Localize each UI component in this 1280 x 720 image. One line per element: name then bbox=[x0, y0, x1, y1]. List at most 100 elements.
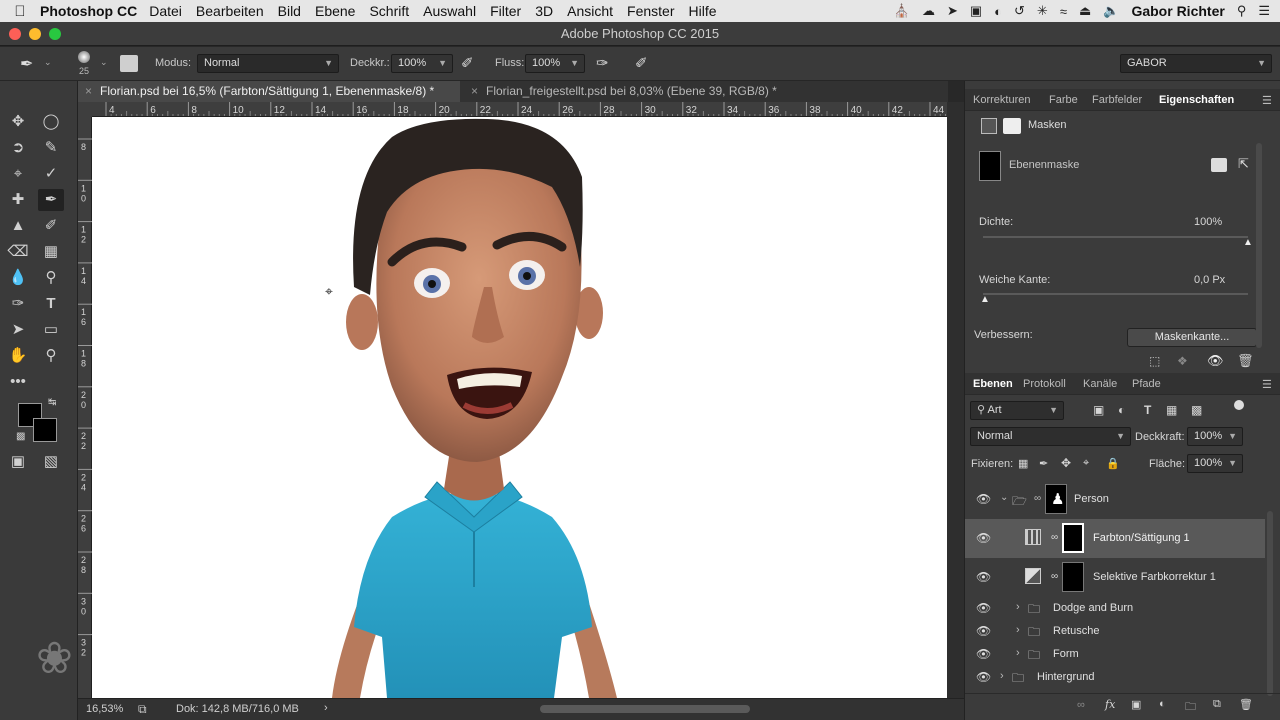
feather-value[interactable]: 0,0 Px bbox=[1194, 274, 1225, 286]
add-mask-icon[interactable]: ▣ bbox=[1131, 698, 1141, 711]
layer-blend-mode-select[interactable]: Normal ▼ bbox=[970, 427, 1131, 446]
density-slider-handle[interactable]: ▲ bbox=[1243, 237, 1253, 248]
layers-scrollbar[interactable] bbox=[1267, 511, 1273, 696]
menu-datei[interactable]: Datei bbox=[149, 3, 182, 19]
menu-bild[interactable]: Bild bbox=[278, 3, 301, 19]
brush-preview-icon[interactable] bbox=[78, 51, 90, 63]
menu-ansicht[interactable]: Ansicht bbox=[567, 3, 613, 19]
add-vector-mask-icon[interactable]: ⇱ bbox=[1238, 156, 1249, 172]
workspace-select[interactable]: GABOR ▼ bbox=[1120, 54, 1272, 73]
layer-mask-thumbnail[interactable] bbox=[1062, 562, 1084, 592]
chain-link-icon[interactable]: ∞ bbox=[1051, 571, 1058, 582]
lasso-tool-icon[interactable]: ➲ bbox=[5, 137, 31, 159]
close-tab-icon[interactable]: × bbox=[471, 81, 478, 102]
apply-mask-icon[interactable]: ❖ bbox=[1177, 354, 1188, 368]
feather-slider[interactable] bbox=[983, 293, 1248, 295]
filter-adjustment-icon[interactable]: ◐ bbox=[1118, 403, 1125, 417]
tab-eigenschaften[interactable]: Eigenschaften bbox=[1159, 94, 1234, 106]
cloud-icon[interactable]: ☁ bbox=[922, 3, 935, 19]
quick-mask-icon[interactable]: ▣ bbox=[5, 451, 31, 473]
blur-tool-icon[interactable]: 💧 bbox=[5, 267, 31, 289]
new-group-icon[interactable]: 🗀 bbox=[1185, 698, 1196, 717]
home-icon[interactable]: ⛪ bbox=[894, 3, 910, 19]
status-menu-chevron-icon[interactable]: › bbox=[324, 702, 328, 714]
layer-row-hintergrund[interactable]: 👁 › 🗀 Hintergrund bbox=[965, 666, 1265, 689]
healing-brush-tool-icon[interactable]: ✚ bbox=[5, 189, 31, 211]
wifi-icon[interactable]: ≈ bbox=[1060, 4, 1067, 19]
default-colors-icon[interactable]: ▩ bbox=[16, 431, 25, 442]
export-icon[interactable]: ⧉ bbox=[138, 702, 147, 717]
layer-filter-select[interactable]: ⚲ Art ▼ bbox=[970, 401, 1064, 420]
quick-selection-tool-icon[interactable]: ✎ bbox=[38, 137, 64, 159]
feather-slider-handle[interactable]: ▲ bbox=[980, 294, 990, 305]
eraser-tool-icon[interactable]: ⌫ bbox=[5, 241, 31, 263]
density-value[interactable]: 100% bbox=[1194, 216, 1222, 228]
visibility-eye-icon[interactable]: 👁 bbox=[976, 624, 991, 638]
bluetooth-icon[interactable]: ✳ bbox=[1037, 3, 1048, 19]
menu-ebene[interactable]: Ebene bbox=[315, 3, 355, 19]
lock-all-icon[interactable]: 🔒 bbox=[1106, 457, 1120, 470]
layer-row-farbton[interactable]: 👁 ∞ Farbton/Sättigung 1 bbox=[965, 519, 1265, 558]
clone-stamp-tool-icon[interactable]: ▲ bbox=[5, 215, 31, 237]
opacity-field[interactable]: 100% ▼ bbox=[391, 54, 453, 73]
canvas-vertical-scrollbar[interactable] bbox=[947, 102, 964, 698]
pressure-size-icon[interactable]: ✐ bbox=[635, 54, 648, 72]
history-icon[interactable]: ↺ bbox=[1014, 3, 1025, 19]
layers-panel-menu-icon[interactable]: ☰ bbox=[1262, 378, 1272, 391]
airbrush-icon[interactable]: ✑ bbox=[596, 54, 609, 72]
background-color-swatch[interactable] bbox=[33, 418, 57, 442]
tool-preset-chevron-icon[interactable]: ⌄ bbox=[44, 57, 52, 68]
document-canvas[interactable]: ⌖ bbox=[92, 117, 947, 698]
notification-list-icon[interactable]: ☰ bbox=[1258, 3, 1270, 19]
mode-select[interactable]: Normal ▼ bbox=[197, 54, 339, 73]
eject-icon[interactable]: ⏏ bbox=[1079, 3, 1091, 19]
zoom-tool-icon[interactable]: ⚲ bbox=[38, 345, 64, 367]
visibility-eye-icon[interactable]: 👁 bbox=[976, 570, 991, 584]
layer-row-dodge-burn[interactable]: 👁 › 🗀 Dodge and Burn bbox=[965, 597, 1265, 620]
chain-link-icon[interactable]: ∞ bbox=[1034, 493, 1041, 504]
mask-thumbnail[interactable] bbox=[979, 151, 1001, 181]
screen-mode-icon[interactable]: ▧ bbox=[38, 451, 64, 473]
filter-smart-object-icon[interactable]: ▩ bbox=[1191, 403, 1202, 417]
tab-kanaele[interactable]: Kanäle bbox=[1083, 378, 1117, 390]
gradient-tool-icon[interactable]: ▦ bbox=[38, 241, 64, 263]
send-icon[interactable]: ➤ bbox=[947, 3, 958, 19]
tab-ebenen[interactable]: Ebenen bbox=[973, 378, 1013, 390]
close-tab-icon[interactable]: × bbox=[85, 81, 92, 102]
pen-tool-icon[interactable]: ✑ bbox=[5, 293, 31, 315]
visibility-eye-icon[interactable]: 👁 bbox=[976, 492, 991, 506]
canvas-horizontal-scrollbar[interactable] bbox=[540, 705, 750, 713]
mask-edge-button[interactable]: Maskenkante... bbox=[1127, 328, 1257, 347]
volume-icon[interactable]: 🔈 bbox=[1103, 3, 1119, 19]
more-tools-icon[interactable]: ••• bbox=[5, 371, 31, 393]
screen-icon[interactable]: ▣ bbox=[970, 3, 982, 19]
flow-field[interactable]: 100% ▼ bbox=[525, 54, 585, 73]
selective-color-adjustment-icon[interactable] bbox=[1025, 568, 1041, 584]
zoom-level[interactable]: 16,53% bbox=[86, 703, 123, 715]
layer-style-fx-icon[interactable]: fx bbox=[1105, 698, 1115, 711]
load-selection-icon[interactable]: ⬚ bbox=[1149, 354, 1160, 368]
brush-picker-chevron-icon[interactable]: ⌄ bbox=[100, 57, 108, 68]
lock-pixels-icon[interactable]: ✒ bbox=[1039, 457, 1048, 470]
history-brush-tool-icon[interactable]: ✐ bbox=[38, 215, 64, 237]
chain-link-icon[interactable]: ∞ bbox=[1051, 532, 1058, 543]
tab-protokoll[interactable]: Protokoll bbox=[1023, 378, 1066, 390]
panel-menu-icon[interactable]: ☰ bbox=[1262, 94, 1272, 107]
filter-pixel-icon[interactable]: ▣ bbox=[1093, 403, 1104, 417]
filter-shape-icon[interactable]: ▦ bbox=[1166, 403, 1177, 417]
layer-row-person[interactable]: 👁 ⌄ 🗁 ∞ ♟ Person bbox=[965, 480, 1265, 519]
visibility-eye-icon[interactable]: 👁 bbox=[976, 670, 991, 684]
filter-type-icon[interactable]: T bbox=[1144, 403, 1151, 417]
menu-filter[interactable]: Filter bbox=[490, 3, 521, 19]
delete-mask-icon[interactable]: 🗑 bbox=[1237, 353, 1254, 369]
menu-hilfe[interactable]: Hilfe bbox=[689, 3, 717, 19]
menu-fenster[interactable]: Fenster bbox=[627, 3, 674, 19]
layer-mask-thumbnail[interactable]: ♟ bbox=[1045, 484, 1067, 514]
menu-app-name[interactable]: Photoshop CC bbox=[40, 3, 137, 19]
lock-artboard-icon[interactable]: ⌖ bbox=[1083, 457, 1089, 470]
spotlight-search-icon[interactable]: ⚲ bbox=[1237, 3, 1247, 19]
vertical-ruler[interactable]: 8101214161820222426283032 bbox=[78, 117, 92, 698]
tab-korrekturen[interactable]: Korrekturen bbox=[973, 94, 1030, 106]
group-expanded-chevron-icon[interactable]: ⌄ bbox=[1000, 492, 1008, 503]
delete-layer-icon[interactable]: 🗑 bbox=[1239, 698, 1253, 711]
